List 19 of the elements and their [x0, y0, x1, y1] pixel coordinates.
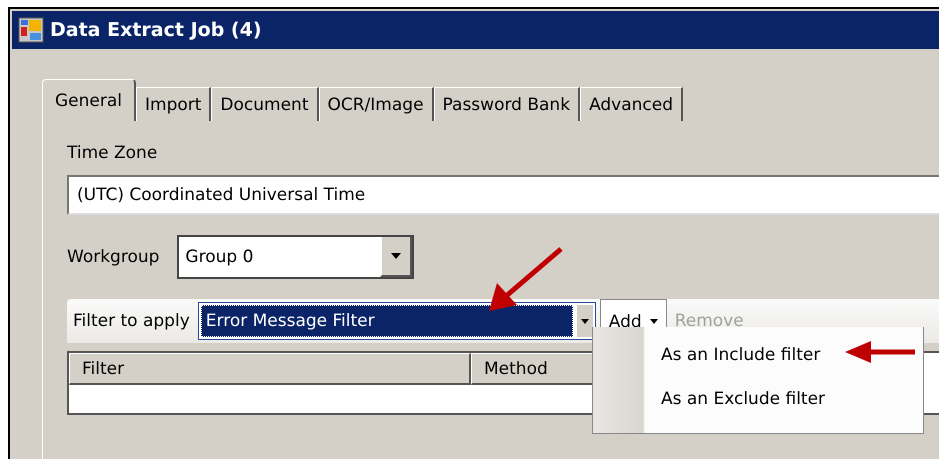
column-header[interactable]: Filter [69, 353, 471, 385]
workgroup-dropdown[interactable]: Group 0 [177, 235, 414, 279]
tab[interactable]: Advanced [580, 87, 684, 121]
workgroup-label: Workgroup [67, 247, 160, 267]
tab[interactable]: Import [136, 87, 212, 121]
tab[interactable]: Password Bank [434, 87, 580, 121]
callout-arrow-icon [845, 339, 915, 365]
app-icon [18, 17, 44, 43]
dropdown-arrow-icon [580, 318, 589, 324]
caret-icon [650, 319, 658, 324]
filter-dropdown[interactable]: Error Message Filter [198, 302, 596, 340]
tab[interactable]: OCR/Image [318, 87, 434, 121]
tab[interactable]: Document [211, 87, 318, 121]
filter-label: Filter to apply [72, 311, 191, 331]
tab[interactable]: General [42, 79, 136, 121]
dropdown-arrow-icon [391, 253, 402, 259]
window-title: Data Extract Job (4) [50, 19, 262, 41]
time-zone-label: Time Zone [67, 143, 158, 165]
time-zone-field[interactable]: (UTC) Coordinated Universal Time [67, 175, 939, 215]
